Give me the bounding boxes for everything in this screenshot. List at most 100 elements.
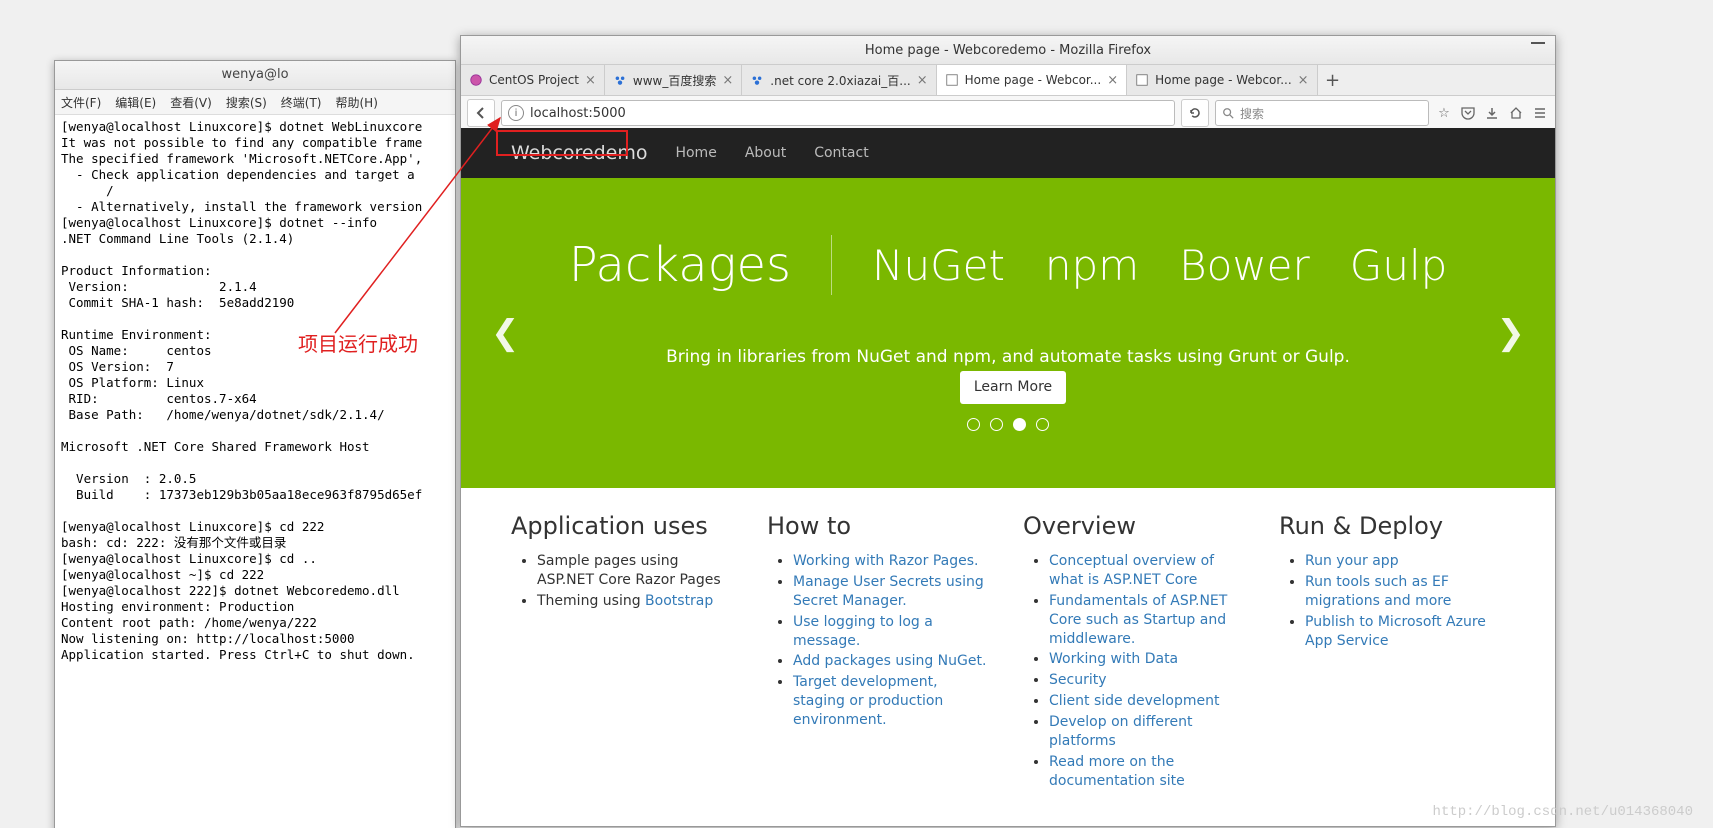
url-text: localhost:5000 <box>530 106 626 121</box>
close-icon[interactable]: × <box>917 73 928 88</box>
list-item: Target development, staging or productio… <box>793 673 993 730</box>
learn-more-button[interactable]: Learn More <box>960 371 1066 404</box>
tab-centos[interactable]: CentOS Project × <box>461 65 605 95</box>
nav-contact[interactable]: Contact <box>814 145 868 161</box>
list-link[interactable]: Working with Data <box>1049 651 1178 667</box>
nav-about[interactable]: About <box>745 145 786 161</box>
url-input[interactable]: i localhost:5000 <box>501 100 1175 126</box>
tab-homepage-2[interactable]: Home page - Webcor... × <box>1127 65 1317 95</box>
carousel-next-button[interactable]: ❯ <box>1497 313 1526 353</box>
column-title: Run & Deploy <box>1279 512 1505 540</box>
download-icon[interactable] <box>1483 104 1501 122</box>
menu-search[interactable]: 搜索(S) <box>226 94 267 111</box>
column-title: How to <box>767 512 993 540</box>
home-icon[interactable] <box>1507 104 1525 122</box>
list-item: Working with Data <box>1049 650 1249 669</box>
pocket-icon[interactable] <box>1459 104 1477 122</box>
tab-label: Home page - Webcor... <box>1155 73 1292 87</box>
terminal-output[interactable]: [wenya@localhost Linuxcore]$ dotnet WebL… <box>55 115 455 667</box>
list-item: Sample pages using ASP.NET Core Razor Pa… <box>537 552 737 590</box>
new-tab-button[interactable]: + <box>1318 65 1348 95</box>
list-item: Publish to Microsoft Azure App Service <box>1305 613 1505 651</box>
tab-label: Home page - Webcor... <box>965 73 1102 87</box>
favicon-icon <box>945 73 959 87</box>
search-icon <box>1222 107 1234 119</box>
list-item: Read more on the documentation site <box>1049 753 1249 791</box>
back-button[interactable] <box>467 99 495 127</box>
minimize-button[interactable] <box>1531 42 1545 44</box>
tab-strip: CentOS Project × www_百度搜索 × .net core 2.… <box>461 65 1555 96</box>
close-icon[interactable]: × <box>585 73 596 88</box>
favicon-icon <box>750 73 764 87</box>
column: How to Working with Razor Pages. Manage Us… <box>767 512 993 793</box>
close-icon[interactable]: × <box>1298 73 1309 88</box>
carousel-prev-button[interactable]: ❮ <box>491 313 520 353</box>
list-link[interactable]: Security <box>1049 672 1107 688</box>
list-item: Working with Razor Pages. <box>793 552 993 571</box>
menu-terminal[interactable]: 终端(T) <box>281 94 322 111</box>
close-icon[interactable]: × <box>1107 73 1118 88</box>
list-link[interactable]: Bootstrap <box>645 593 713 609</box>
menu-icon[interactable] <box>1531 104 1549 122</box>
carousel-dot-1[interactable] <box>967 418 980 431</box>
list-link[interactable]: Run tools such as EF migrations and more <box>1305 574 1451 609</box>
list-link[interactable]: Conceptual overview of what is ASP.NET C… <box>1049 553 1214 588</box>
nav-home[interactable]: Home <box>675 145 716 161</box>
hero-item-npm: npm <box>1045 241 1139 290</box>
list-link[interactable]: Use logging to log a message. <box>793 614 933 649</box>
list-item: Theming using Bootstrap <box>537 592 737 611</box>
info-icon[interactable]: i <box>508 105 524 121</box>
menu-view[interactable]: 查看(V) <box>170 94 212 111</box>
column-list: Working with Razor Pages. Manage User Sec… <box>767 552 993 730</box>
tab-homepage-active[interactable]: Home page - Webcor... × <box>937 65 1127 95</box>
brand-label[interactable]: Webcoredemo <box>511 142 647 164</box>
tab-label: .net core 2.0xiazai_百... <box>770 72 910 89</box>
search-input[interactable]: 搜索 <box>1215 100 1429 126</box>
column: Application uses Sample pages using ASP.N… <box>511 512 737 793</box>
address-bar: i localhost:5000 搜索 ☆ <box>461 96 1555 131</box>
favicon-icon <box>1135 73 1149 87</box>
list-link[interactable]: Client side development <box>1049 693 1219 709</box>
terminal-title: wenya@lo <box>55 61 455 90</box>
list-item: Develop on different platforms <box>1049 713 1249 751</box>
hero-subtitle: Bring in libraries from NuGet and npm, a… <box>648 345 1368 404</box>
tab-baidu[interactable]: www_百度搜索 × <box>605 65 742 95</box>
menu-edit[interactable]: 编辑(E) <box>115 94 156 111</box>
star-icon[interactable]: ☆ <box>1435 104 1453 122</box>
terminal-menubar: 文件(F) 编辑(E) 查看(V) 搜索(S) 终端(T) 帮助(H) <box>55 90 455 115</box>
carousel-dot-4[interactable] <box>1036 418 1049 431</box>
list-item: Run your app <box>1305 552 1505 571</box>
carousel-dot-3-active[interactable] <box>1013 418 1026 431</box>
list-item: Manage User Secrets using Secret Manager… <box>793 573 993 611</box>
refresh-button[interactable] <box>1181 99 1209 127</box>
tab-label: www_百度搜索 <box>633 72 716 89</box>
carousel-dot-2[interactable] <box>990 418 1003 431</box>
list-item: Client side development <box>1049 692 1249 711</box>
menu-file[interactable]: 文件(F) <box>61 94 101 111</box>
column-list: Conceptual overview of what is ASP.NET C… <box>1023 552 1249 791</box>
terminal-window: wenya@lo 文件(F) 编辑(E) 查看(V) 搜索(S) 终端(T) 帮… <box>54 60 456 828</box>
columns: Application uses Sample pages using ASP.N… <box>461 488 1555 817</box>
column-title: Application uses <box>511 512 737 540</box>
hero-headline: Packages NuGet npm Bower Gulp <box>569 235 1448 295</box>
list-link[interactable]: Fundamentals of ASP.NET Core such as Sta… <box>1049 593 1227 647</box>
hero-item-bower: Bower <box>1179 241 1310 290</box>
firefox-titlebar: Home page - Webcoredemo - Mozilla Firefo… <box>461 36 1555 65</box>
list-item: Fundamentals of ASP.NET Core such as Sta… <box>1049 592 1249 649</box>
divider <box>831 235 832 295</box>
list-link[interactable]: Working with Razor Pages. <box>793 553 978 569</box>
tab-dotnet[interactable]: .net core 2.0xiazai_百... × <box>742 65 936 95</box>
close-icon[interactable]: × <box>722 73 733 88</box>
favicon-icon <box>469 73 483 87</box>
list-link[interactable]: Add packages using NuGet. <box>793 653 986 669</box>
column: OverviewConceptual overview of what is A… <box>1023 512 1249 793</box>
list-link[interactable]: Target development, staging or productio… <box>793 674 943 728</box>
list-link[interactable]: Run your app <box>1305 553 1399 569</box>
hero-carousel: ❮ ❯ Packages NuGet npm Bower Gulp Bring … <box>461 178 1555 488</box>
list-link[interactable]: Publish to Microsoft Azure App Service <box>1305 614 1486 649</box>
hero-item-nuget: NuGet <box>872 241 1005 290</box>
list-link[interactable]: Develop on different platforms <box>1049 714 1192 749</box>
menu-help[interactable]: 帮助(H) <box>336 94 378 111</box>
list-link[interactable]: Read more on the documentation site <box>1049 754 1185 789</box>
list-link[interactable]: Manage User Secrets using Secret Manager… <box>793 574 984 609</box>
